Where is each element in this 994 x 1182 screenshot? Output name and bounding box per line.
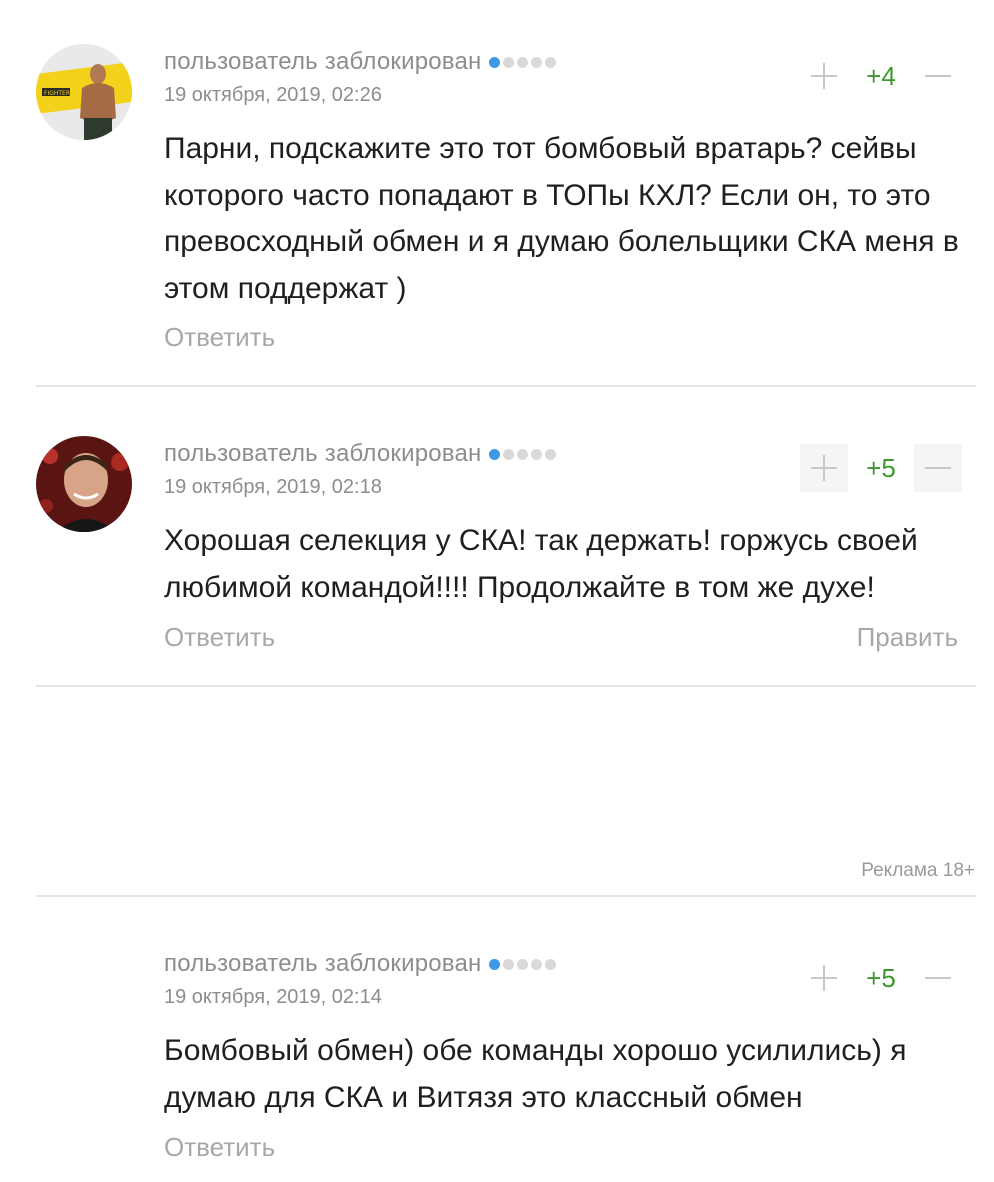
- comment: пользователь заблокирован 19 октября, 20…: [0, 896, 994, 1182]
- rating-dot: [531, 448, 543, 460]
- downvote-button[interactable]: [914, 52, 962, 100]
- vote-widget: +5: [800, 954, 962, 1002]
- rating-dot: [531, 56, 543, 68]
- reply-button[interactable]: Ответить: [164, 322, 275, 353]
- vote-score: +4: [866, 61, 896, 91]
- avatar-text: FIGHTER: [44, 90, 70, 97]
- vote-score: +5: [866, 963, 896, 993]
- rating-dot: [545, 958, 557, 970]
- avatar-image: FIGHTER: [36, 44, 132, 140]
- rating-dot: [545, 448, 557, 460]
- comment-date: 19 октября, 2019, 02:26: [164, 84, 382, 106]
- rating-dot: [517, 448, 529, 460]
- vote-score: +5: [866, 453, 896, 483]
- minus-icon: [925, 977, 951, 979]
- minus-icon: [925, 75, 951, 77]
- reply-button[interactable]: Ответить: [164, 1132, 275, 1163]
- comment: пользователь заблокирован 19 октября, 20…: [0, 386, 994, 686]
- ad-label[interactable]: Реклама 18+: [861, 860, 975, 882]
- rating-dot: [545, 56, 557, 68]
- upvote-button[interactable]: [800, 444, 848, 492]
- rating-dot: [503, 958, 515, 970]
- minus-icon: [925, 467, 951, 469]
- rating-dots: [489, 448, 557, 460]
- downvote-button[interactable]: [914, 954, 962, 1002]
- author-name[interactable]: пользователь заблокирован: [164, 440, 481, 468]
- plus-icon: [811, 63, 837, 89]
- author-line: пользователь заблокирован: [164, 440, 557, 468]
- downvote-button[interactable]: [914, 444, 962, 492]
- rating-dot: [503, 56, 515, 68]
- plus-icon: [811, 455, 837, 481]
- rating-dot: [531, 958, 543, 970]
- comment-date: 19 октября, 2019, 02:18: [164, 476, 382, 498]
- vote-widget: +4: [800, 52, 962, 100]
- author-line: пользователь заблокирован: [164, 950, 557, 978]
- comment-text: Хорошая селекция у СКА! так держать! гор…: [164, 524, 918, 604]
- rating-dot: [517, 56, 529, 68]
- rating-dot: [489, 448, 501, 460]
- comment-text: Парни, подскажите это тот бомбовый врата…: [164, 132, 959, 305]
- rating-dot: [503, 448, 515, 460]
- comment-text: Бомбовый обмен) обе команды хорошо усили…: [164, 1034, 907, 1114]
- ad-slot: [36, 687, 976, 895]
- rating-dot: [489, 56, 501, 68]
- plus-icon: [811, 965, 837, 991]
- rating-dots: [489, 56, 557, 68]
- vote-widget: +5: [800, 444, 962, 492]
- avatar[interactable]: FIGHTER: [36, 44, 132, 140]
- edit-button[interactable]: Править: [857, 622, 958, 653]
- rating-dot: [517, 958, 529, 970]
- author-line: пользователь заблокирован: [164, 48, 557, 76]
- author-name[interactable]: пользователь заблокирован: [164, 950, 481, 978]
- avatar[interactable]: [36, 436, 132, 532]
- upvote-button[interactable]: [800, 52, 848, 100]
- rating-dots: [489, 958, 557, 970]
- avatar-image: [36, 436, 132, 532]
- rating-dot: [489, 958, 501, 970]
- comment-date: 19 октября, 2019, 02:14: [164, 986, 382, 1008]
- author-name[interactable]: пользователь заблокирован: [164, 48, 481, 76]
- upvote-button[interactable]: [800, 954, 848, 1002]
- comment: FIGHTER пользователь заблокирован 19 окт…: [0, 0, 994, 386]
- reply-button[interactable]: Ответить: [164, 622, 275, 653]
